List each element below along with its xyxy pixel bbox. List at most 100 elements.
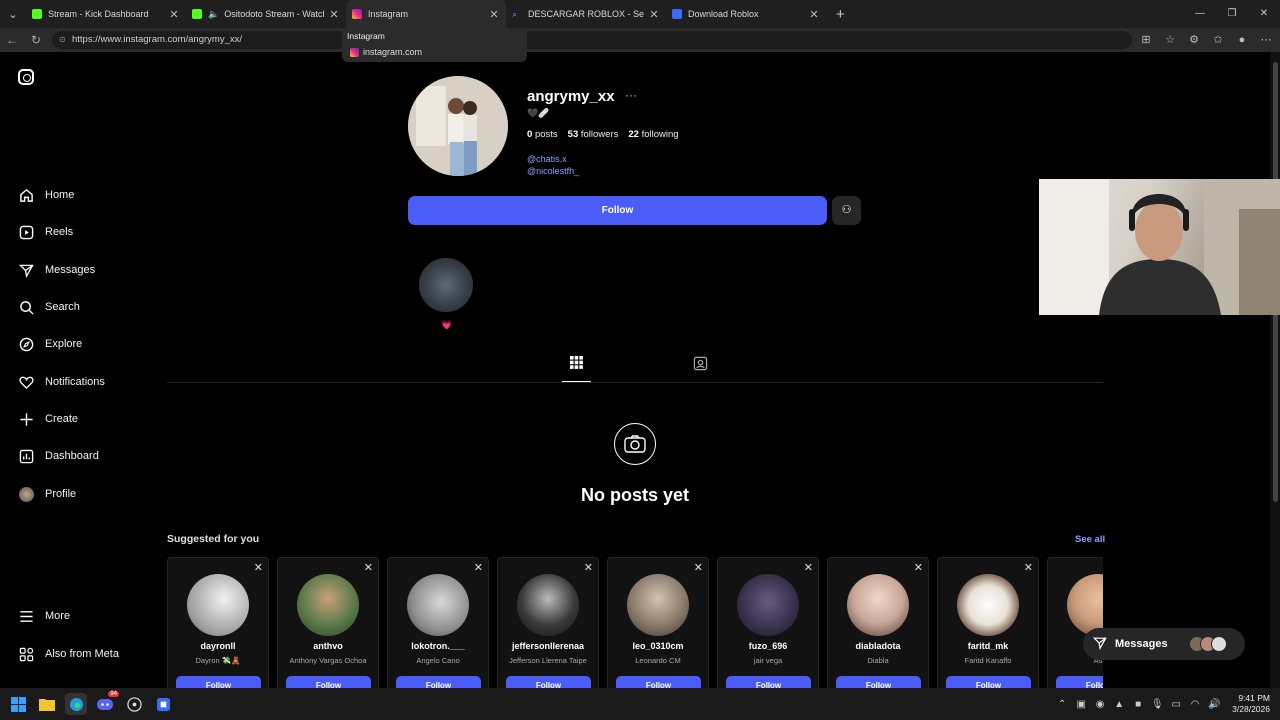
favorites-icon[interactable]: ✩ xyxy=(1210,30,1226,50)
site-info-icon[interactable]: ⊙ xyxy=(59,31,66,49)
follow-button[interactable]: Follow xyxy=(408,196,827,225)
page-scrollbar[interactable] xyxy=(1270,52,1280,688)
suggestion-card[interactable]: ✕ fuzo_696 jair vega Follow xyxy=(717,557,819,688)
bio-mention-link[interactable]: @nicolestfh_ xyxy=(527,166,579,176)
sidebar-item-search[interactable]: Search xyxy=(18,297,80,317)
dismiss-icon[interactable]: ✕ xyxy=(364,561,373,574)
suggestion-follow-button[interactable]: Follow xyxy=(946,676,1031,688)
close-tab-icon[interactable]: ✕ xyxy=(808,8,820,21)
roblox-icon[interactable] xyxy=(152,693,174,715)
sidebar-item-notifications[interactable]: Notifications xyxy=(18,372,105,392)
speaker-icon[interactable]: 🔈 xyxy=(208,9,219,20)
sidebar-item-more[interactable]: More xyxy=(18,606,70,626)
suggestion-follow-button[interactable]: Follow xyxy=(836,676,921,688)
suggestion-card[interactable]: ✕ lokotron.___ Angelo Cano Follow xyxy=(387,557,489,688)
story-highlight[interactable] xyxy=(419,258,473,312)
nvidia-icon[interactable]: ▲ xyxy=(1112,699,1126,710)
profile-avatar[interactable] xyxy=(408,76,508,176)
volume-icon[interactable]: 🔊 xyxy=(1207,699,1221,710)
bio-mention-link[interactable]: @chatis.x xyxy=(527,154,567,164)
file-explorer-icon[interactable] xyxy=(36,693,58,715)
instagram-logo-icon[interactable] xyxy=(18,69,34,85)
suggestion-card[interactable]: ✕ anthvo Anthony Vargas Ochoa Follow xyxy=(277,557,379,688)
restore-icon[interactable]: ❐ xyxy=(1216,0,1248,28)
dismiss-icon[interactable]: ✕ xyxy=(1024,561,1033,574)
clock[interactable]: 9:41 PM 3/28/2026 xyxy=(1232,693,1270,715)
suggestion-card[interactable]: ✕ leo_0310cm Leonardo CM Follow xyxy=(607,557,709,688)
suggestion-username[interactable]: diabladota xyxy=(828,641,928,651)
tab-actions-menu-icon[interactable]: ⌄ xyxy=(0,0,26,28)
suggestion-avatar[interactable] xyxy=(517,574,579,636)
minimize-icon[interactable]: — xyxy=(1184,0,1216,28)
edge-browser-icon[interactable] xyxy=(65,693,87,715)
app-available-icon[interactable]: ⊞ xyxy=(1138,30,1154,50)
see-all-link[interactable]: See all xyxy=(1075,534,1105,545)
messages-floating-button[interactable]: Messages xyxy=(1083,628,1245,660)
back-icon[interactable]: ← xyxy=(0,33,24,47)
chevron-up-icon[interactable]: ⌃ xyxy=(1055,699,1069,710)
suggestion-follow-button[interactable]: Follow xyxy=(176,676,261,688)
suggestion-follow-button[interactable]: Follow xyxy=(396,676,481,688)
suggestion-follow-button[interactable]: Follow xyxy=(1056,676,1103,688)
dismiss-icon[interactable]: ✕ xyxy=(254,561,263,574)
suggestion-card[interactable]: ✕ faritd_mk Faritd Kanaffo Follow xyxy=(937,557,1039,688)
suggestion-avatar[interactable] xyxy=(297,574,359,636)
followers-stat[interactable]: 53 followers xyxy=(568,129,619,140)
suggested-users-icon[interactable]: ⚇ xyxy=(832,196,861,225)
suggestion-avatar[interactable] xyxy=(407,574,469,636)
settings-more-icon[interactable]: ⋯ xyxy=(1258,30,1274,50)
suggestion-card[interactable]: ✕ jeffersonllerenaa Jefferson Llerena Ta… xyxy=(497,557,599,688)
options-more-icon[interactable]: ··· xyxy=(625,88,637,102)
profile-avatar-icon[interactable]: ● xyxy=(1234,30,1250,50)
refresh-icon[interactable]: ↻ xyxy=(24,33,48,47)
suggestion-avatar[interactable] xyxy=(957,574,1019,636)
suggestion-username[interactable]: fuzo_696 xyxy=(718,641,818,651)
suggestion-username[interactable]: faritd_mk xyxy=(938,641,1038,651)
sidebar-item-home[interactable]: Home xyxy=(18,185,74,205)
suggestion-card[interactable]: ✕ dayronll Dayron 💸🧸 Follow xyxy=(167,557,269,688)
favorite-star-icon[interactable]: ☆ xyxy=(1162,30,1178,50)
obs-icon[interactable] xyxy=(123,693,145,715)
suggestion-username[interactable]: lokotron.___ xyxy=(388,641,488,651)
new-tab-icon[interactable]: + xyxy=(836,6,845,23)
dismiss-icon[interactable]: ✕ xyxy=(474,561,483,574)
dismiss-icon[interactable]: ✕ xyxy=(694,561,703,574)
extension-icon[interactable]: ⚙ xyxy=(1186,30,1202,50)
dismiss-icon[interactable]: ✕ xyxy=(804,561,813,574)
close-window-icon[interactable]: ✕ xyxy=(1248,0,1280,28)
discord-icon[interactable]: 94 xyxy=(94,691,119,715)
suggestion-username[interactable]: jeffersonllerenaa xyxy=(498,641,598,651)
close-tab-icon[interactable]: ✕ xyxy=(648,8,660,21)
tab-tagged[interactable] xyxy=(686,356,715,382)
suggestion-follow-button[interactable]: Follow xyxy=(286,676,371,688)
tab-posts[interactable] xyxy=(562,356,591,382)
suggestion-avatar[interactable] xyxy=(737,574,799,636)
suggestion-follow-button[interactable]: Follow xyxy=(506,676,591,688)
dismiss-icon[interactable]: ✕ xyxy=(914,561,923,574)
browser-tab[interactable]: ⌕ DESCARGAR ROBLOX - Search ✕ xyxy=(506,0,666,28)
browser-tab[interactable]: Download Roblox ✕ xyxy=(666,0,826,28)
close-tab-icon[interactable]: ✕ xyxy=(328,8,340,21)
suggestion-avatar[interactable] xyxy=(1067,574,1103,636)
close-tab-icon[interactable]: ✕ xyxy=(488,8,500,21)
suggestion-card[interactable]: ✕ diabladota Diabla Follow xyxy=(827,557,929,688)
sidebar-item-reels[interactable]: Reels xyxy=(18,222,73,242)
suggestion-avatar[interactable] xyxy=(627,574,689,636)
suggestion-avatar[interactable] xyxy=(847,574,909,636)
microphone-icon[interactable]: 🎙 xyxy=(1150,699,1164,710)
suggestion-username[interactable]: leo_0310cm xyxy=(608,641,708,651)
tray-app-icon[interactable]: ■ xyxy=(1131,699,1145,710)
browser-tab-active[interactable]: Instagram ✕ xyxy=(346,0,506,28)
sidebar-item-also-from-meta[interactable]: Also from Meta xyxy=(18,644,119,664)
sidebar-item-explore[interactable]: Explore xyxy=(18,334,82,354)
browser-tab[interactable]: Stream - Kick Dashboard ✕ xyxy=(26,0,186,28)
close-tab-icon[interactable]: ✕ xyxy=(168,8,180,21)
network-icon[interactable]: ▭ xyxy=(1169,699,1183,710)
browser-tab[interactable]: 🔈 Ositodoto Stream - Watch Live ✕ xyxy=(186,0,346,28)
sidebar-item-create[interactable]: Create xyxy=(18,409,78,429)
suggestion-username[interactable]: dayronll xyxy=(168,641,268,651)
windows-start-icon[interactable] xyxy=(7,693,29,715)
suggestion-avatar[interactable] xyxy=(187,574,249,636)
suggestion-follow-button[interactable]: Follow xyxy=(726,676,811,688)
wifi-icon[interactable]: ◠ xyxy=(1188,699,1202,710)
